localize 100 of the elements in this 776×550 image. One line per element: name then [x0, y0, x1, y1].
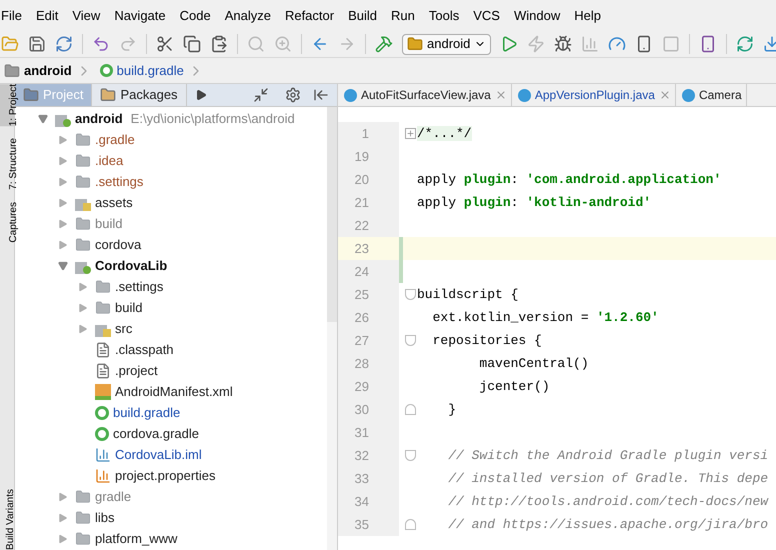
tree-item[interactable]: build	[95, 214, 122, 234]
tree-item[interactable]: cordova.gradle	[113, 424, 199, 444]
tool-window-button[interactable]: 7: Structure	[0, 138, 15, 190]
paste-icon[interactable]	[210, 35, 228, 53]
tree-item[interactable]: project.properties	[115, 466, 216, 486]
properties-file-icon	[95, 468, 111, 484]
bar-chart-icon[interactable]	[581, 35, 600, 53]
line-number: 20	[338, 168, 399, 191]
line-number: 27	[338, 329, 399, 352]
tree-item[interactable]: platform_www	[95, 528, 178, 548]
menu-item[interactable]: Code	[180, 6, 211, 26]
menu-item[interactable]: View	[72, 6, 100, 26]
code-line: buildscript {	[417, 286, 518, 304]
close-icon[interactable]	[494, 89, 507, 101]
tree-item[interactable]: AndroidManifest.xml	[115, 382, 233, 402]
tree-item[interactable]: CordovaLib.iml	[115, 444, 202, 464]
hammer-icon[interactable]	[375, 35, 393, 53]
settings-icon[interactable]	[285, 87, 301, 103]
tree-item[interactable]: CordovaLib	[95, 256, 168, 276]
scrollbar-track[interactable]	[327, 107, 337, 550]
tree-item[interactable]: .settings	[95, 172, 144, 192]
run-config-dropdown[interactable]: android	[402, 34, 492, 54]
menu-item[interactable]: Refactor	[284, 6, 334, 26]
line-number: 34	[338, 490, 399, 513]
folder-icon	[100, 87, 116, 103]
menu-item[interactable]: Build	[348, 6, 378, 26]
folder-icon	[95, 278, 111, 294]
stop-icon[interactable]	[662, 35, 680, 53]
tool-window-button[interactable]: Build Variants	[0, 489, 14, 550]
menu-item[interactable]: Window	[514, 6, 560, 26]
tree-item[interactable]: build.gradle	[113, 402, 180, 422]
folder-icon	[75, 152, 91, 168]
code-line: jcenter()	[478, 378, 550, 396]
back-icon[interactable]	[311, 35, 329, 53]
fold-marker-icon[interactable]	[404, 335, 416, 346]
breadcrumb-item[interactable]: build.gradle	[116, 60, 184, 80]
expand-fold-icon[interactable]	[404, 128, 416, 139]
menu-item[interactable]: Tools	[428, 6, 460, 26]
more-tabs-icon[interactable]	[194, 89, 207, 101]
menu-item[interactable]: Navigate	[114, 6, 166, 26]
menu-item[interactable]: Help	[574, 6, 601, 26]
sync-icon[interactable]	[55, 35, 73, 53]
panel-tab[interactable]: Packages	[92, 84, 187, 106]
menu-item[interactable]: Edit	[36, 6, 58, 26]
gauge-icon[interactable]	[608, 35, 626, 53]
line-number: 26	[338, 306, 399, 329]
gradle-file-icon	[95, 426, 109, 440]
save-icon[interactable]	[28, 35, 46, 53]
debug-icon[interactable]	[554, 35, 572, 53]
gradle-file-icon	[100, 64, 113, 77]
close-icon[interactable]	[658, 89, 671, 101]
line-number: 30	[338, 398, 399, 421]
line-number: 19	[338, 145, 399, 168]
undo-icon[interactable]	[92, 35, 110, 53]
code-line: // http://tools.android.com/tech-docs/new	[447, 492, 768, 511]
tree-item[interactable]: gradle	[95, 486, 132, 506]
class-icon	[518, 88, 531, 102]
code-line: repositories {	[432, 332, 542, 350]
menu-item[interactable]: Run	[391, 6, 415, 26]
fold-marker-icon[interactable]	[404, 519, 416, 530]
zoom-icon[interactable]	[274, 35, 292, 53]
fold-marker-icon[interactable]	[404, 404, 416, 415]
run-icon[interactable]	[500, 35, 518, 53]
tree-item[interactable]: .idea	[95, 150, 124, 170]
tree-item[interactable]: assets	[95, 192, 133, 212]
lightning-icon[interactable]	[527, 35, 546, 53]
forward-icon[interactable]	[338, 35, 356, 53]
menu-item[interactable]: VCS	[473, 6, 500, 26]
code-line: apply plugin: 'com.android.application'	[417, 170, 722, 189]
copy-icon[interactable]	[183, 35, 201, 53]
tree-item[interactable]: cordova	[95, 234, 142, 254]
breadcrumb-item[interactable]: android	[24, 60, 72, 80]
scrollbar-thumb[interactable]	[327, 107, 337, 322]
sync-icon[interactable]	[736, 35, 754, 53]
tree-item[interactable]: .classpath	[115, 340, 174, 360]
line-number: 24	[338, 260, 399, 283]
folder-icon	[23, 87, 39, 103]
folder-icon[interactable]	[1, 35, 19, 53]
download-icon[interactable]	[763, 35, 776, 53]
menu-item[interactable]: File	[1, 6, 22, 26]
tree-item[interactable]: build	[115, 298, 142, 318]
folder-icon	[75, 174, 91, 190]
hide-icon[interactable]	[313, 87, 329, 103]
fold-marker-icon[interactable]	[404, 450, 416, 461]
menu-item[interactable]: Analyze	[224, 6, 271, 26]
fold-marker-icon[interactable]	[404, 289, 416, 300]
tree-item[interactable]: .settings	[115, 276, 164, 296]
tree-item[interactable]: src	[115, 318, 132, 338]
line-number: 33	[338, 467, 399, 490]
collapse-icon[interactable]	[253, 87, 269, 103]
code-line: apply plugin: 'kotlin-android'	[417, 194, 652, 212]
redo-icon[interactable]	[119, 35, 137, 53]
cut-icon[interactable]	[156, 35, 174, 53]
folder-icon	[95, 300, 111, 316]
code-line: mavenCentral()	[478, 354, 589, 373]
tree-item[interactable]: libs	[95, 508, 115, 528]
tree-item[interactable]: android	[75, 108, 123, 128]
tree-item[interactable]: .gradle	[95, 130, 135, 150]
tree-item[interactable]: .project	[115, 360, 158, 380]
search-icon[interactable]	[247, 35, 265, 53]
